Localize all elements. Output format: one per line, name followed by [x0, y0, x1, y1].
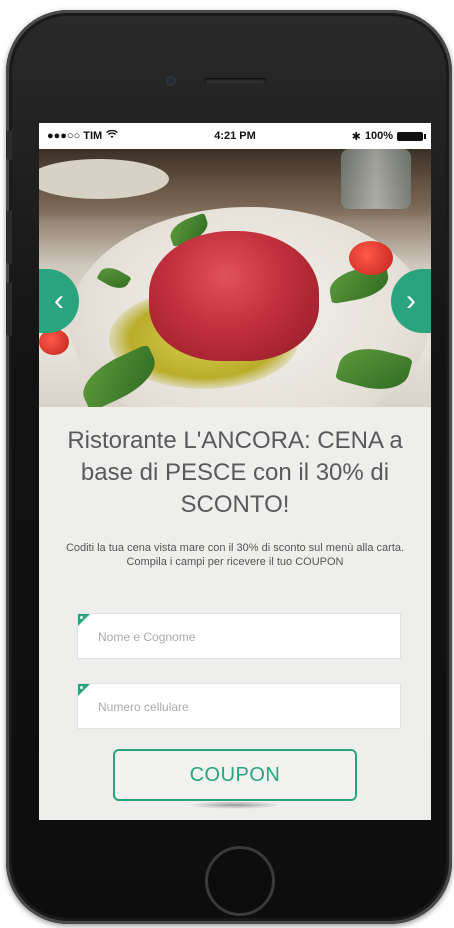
bluetooth-icon: ✱ — [351, 130, 361, 143]
battery-icon — [397, 131, 426, 141]
volume-down-button — [6, 282, 12, 336]
glass — [341, 149, 411, 209]
home-button[interactable] — [205, 846, 275, 916]
phone-screen: ●●●○○ TIM 4:21 PM ✱ 100% ‹ › Ristorante … — [39, 123, 431, 820]
description-instruction: Compila i campi per ricevere il tuo COUP… — [126, 556, 344, 568]
offer-title: Ristorante L'ANCORA: CENA a base di PESC… — [67, 427, 403, 518]
phone-field[interactable] — [77, 683, 401, 730]
field-corner-dot — [80, 616, 83, 619]
field-corner-dot — [80, 686, 83, 689]
tuna-tartare — [149, 231, 319, 361]
mute-switch — [6, 130, 12, 160]
volume-up-button — [6, 210, 12, 264]
offer-description: Coditi la tua cena vista mare con il 30%… — [49, 541, 421, 569]
coupon-button[interactable]: COUPON — [113, 749, 357, 801]
description-line: Coditi la tua cena vista mare con il 30%… — [65, 542, 405, 554]
battery-percent: 100% — [364, 130, 393, 142]
earpiece-speaker — [204, 78, 266, 84]
button-shadow — [189, 801, 281, 809]
chevron-left-icon: ‹ — [54, 284, 64, 317]
name-field[interactable] — [77, 613, 401, 660]
phone-input[interactable] — [96, 684, 390, 730]
chevron-right-icon: › — [406, 284, 416, 317]
cherry-tomato — [349, 241, 393, 275]
name-input[interactable] — [96, 614, 390, 660]
front-camera — [166, 76, 176, 86]
status-bar: ●●●○○ TIM 4:21 PM ✱ 100% — [39, 123, 431, 149]
hero-image: ‹ › — [39, 149, 431, 407]
status-right: ✱ 100% — [351, 130, 426, 143]
